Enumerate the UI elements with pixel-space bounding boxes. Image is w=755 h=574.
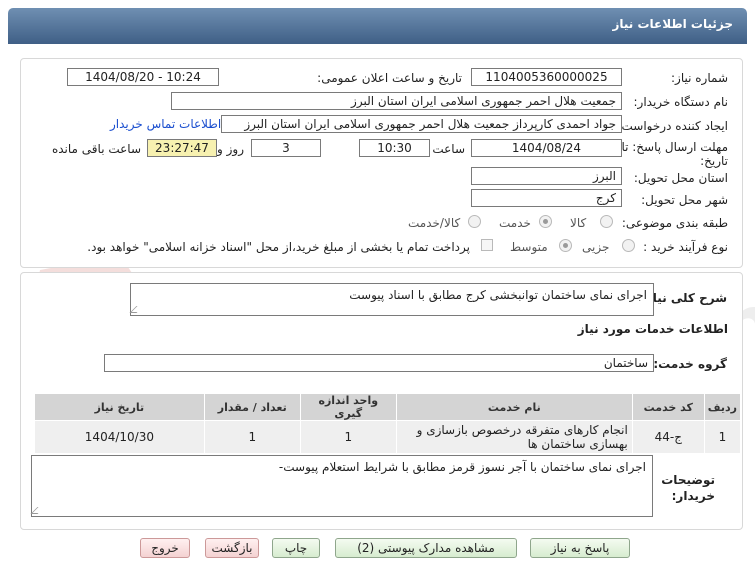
summary-text: اجرای نمای ساختمان توانبخشی کرج مطابق با… (349, 288, 647, 302)
category-radio-goods[interactable] (600, 215, 613, 228)
col-header-quantity: تعداد / مقدار (203, 393, 301, 421)
service-group-field: ساختمان (104, 354, 654, 372)
purchase-radio-minor[interactable] (622, 239, 635, 252)
cell-quantity: 1 (203, 420, 301, 454)
buyer-notes-text: اجرای نمای ساختمان با آجر نسوز قرمز مطاب… (278, 460, 646, 474)
buyer-contact-link[interactable]: اطلاعات تماس خریدار (110, 117, 221, 131)
need-number-label: شماره نیاز: (671, 71, 728, 85)
announce-date-label: تاریخ و ساعت اعلان عمومی: (317, 71, 462, 85)
need-info-panel (20, 58, 743, 268)
resize-grip-icon[interactable] (30, 507, 45, 514)
remaining-time-field: 23:27:47 (147, 139, 217, 157)
cell-unit: 1 (299, 420, 397, 454)
province-label: استان محل تحویل: (633, 171, 728, 185)
category-option-goods: کالا (570, 216, 587, 230)
deadline-label: مهلت ارسال پاسخ: تا (621, 140, 728, 154)
buyer-org-field: جمعیت هلال احمر جمهوری اسلامی ایران استا… (171, 92, 622, 110)
print-button[interactable]: چاپ (272, 538, 320, 558)
buyer-notes-label-2: خریدار: (671, 489, 715, 503)
page-header: جزئیات اطلاعات نیاز (8, 8, 747, 44)
cell-service-code: ج-44 (631, 420, 705, 454)
cell-service-name: انجام کارهای متفرقه درخصوص بازسازی و بهس… (395, 420, 633, 454)
col-header-service-name: نام خدمت (395, 393, 633, 421)
purchase-type-label: نوع فرآیند خرید : (643, 240, 728, 254)
category-radio-goods-service[interactable] (468, 215, 481, 228)
treasury-payment-checkbox[interactable] (481, 239, 493, 251)
page-title: جزئیات اطلاعات نیاز (612, 17, 733, 31)
purchase-option-medium: متوسط (510, 240, 548, 254)
table-row: 1 ج-44 انجام کارهای متفرقه درخصوص بازساز… (34, 420, 742, 454)
buyer-notes-textarea[interactable]: اجرای نمای ساختمان با آجر نسوز قرمز مطاب… (30, 455, 653, 517)
col-header-unit: واحد اندازه گیری (299, 393, 397, 421)
purchase-option-minor: جزیی (582, 240, 610, 254)
deadline-date-field: 1404/08/24 (471, 139, 622, 157)
days-label: روز و (217, 142, 244, 156)
deadline-time-field: 10:30 (359, 139, 430, 157)
category-option-service: خدمت (499, 216, 531, 230)
deadline-date-label: تاریخ: (700, 154, 728, 168)
category-option-goods-service: کالا/خدمت (408, 216, 461, 230)
need-number-field: 1104005360000025 (471, 68, 622, 86)
buyer-org-label: نام دستگاه خریدار: (633, 95, 729, 109)
city-field: کرج (471, 189, 622, 207)
back-button[interactable]: بازگشت (205, 538, 259, 558)
treasury-payment-note: پرداخت تمام یا بخشی از مبلغ خرید،از محل … (87, 240, 470, 254)
purchase-radio-medium[interactable] (559, 239, 572, 252)
col-header-service-code: کد خدمت (631, 393, 705, 421)
city-label: شهر محل تحویل: (641, 193, 728, 207)
col-header-need-date: تاریخ نیاز (34, 393, 205, 421)
resize-grip-icon[interactable] (129, 306, 144, 313)
view-attachments-button[interactable]: مشاهده مدارک پیوستی (2) (335, 538, 517, 558)
services-heading: اطلاعات خدمات مورد نیاز (577, 322, 728, 336)
province-field: البرز (471, 167, 622, 185)
creator-field: جواد احمدی کارپرداز جمعیت هلال احمر جمهو… (221, 115, 622, 133)
creator-label: ایجاد کننده درخواست: (617, 119, 728, 133)
reply-button[interactable]: پاسخ به نیاز (530, 538, 630, 558)
deadline-time-label: ساعت (432, 142, 465, 156)
category-radio-service[interactable] (539, 215, 552, 228)
exit-button[interactable]: خروج (140, 538, 190, 558)
service-group-label: گروه خدمت: (653, 357, 727, 371)
buyer-notes-label: توضیحات (661, 473, 715, 487)
table-header-row: ردیف کد خدمت نام خدمت واحد اندازه گیری ت… (34, 393, 742, 421)
summary-textarea[interactable]: اجرای نمای ساختمان توانبخشی کرج مطابق با… (129, 283, 654, 316)
col-header-row-number: ردیف (703, 393, 742, 421)
announce-date-field: 1404/08/20 - 10:24 (67, 68, 219, 86)
services-table: ردیف کد خدمت نام خدمت واحد اندازه گیری ت… (34, 393, 742, 454)
category-label: طبقه بندی موضوعی: (621, 216, 728, 230)
cell-need-date: 1404/10/30 (34, 420, 205, 454)
cell-row-number: 1 (703, 420, 742, 454)
days-remaining-field: 3 (251, 139, 321, 157)
remaining-time-label: ساعت باقی مانده (51, 142, 141, 156)
